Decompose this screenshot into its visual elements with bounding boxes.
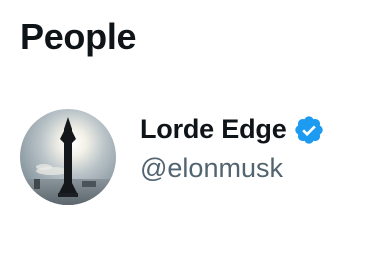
people-section-title: People [20,16,137,57]
verified-badge-icon [293,114,325,146]
avatar[interactable] [20,109,116,205]
person-result-row[interactable]: Lorde Edge @elonmusk [0,92,376,222]
name-line: Lorde Edge [140,111,325,147]
rocket-avatar-image [20,109,116,205]
display-name[interactable]: Lorde Edge [140,111,287,147]
username-handle[interactable]: @elonmusk [140,150,283,186]
